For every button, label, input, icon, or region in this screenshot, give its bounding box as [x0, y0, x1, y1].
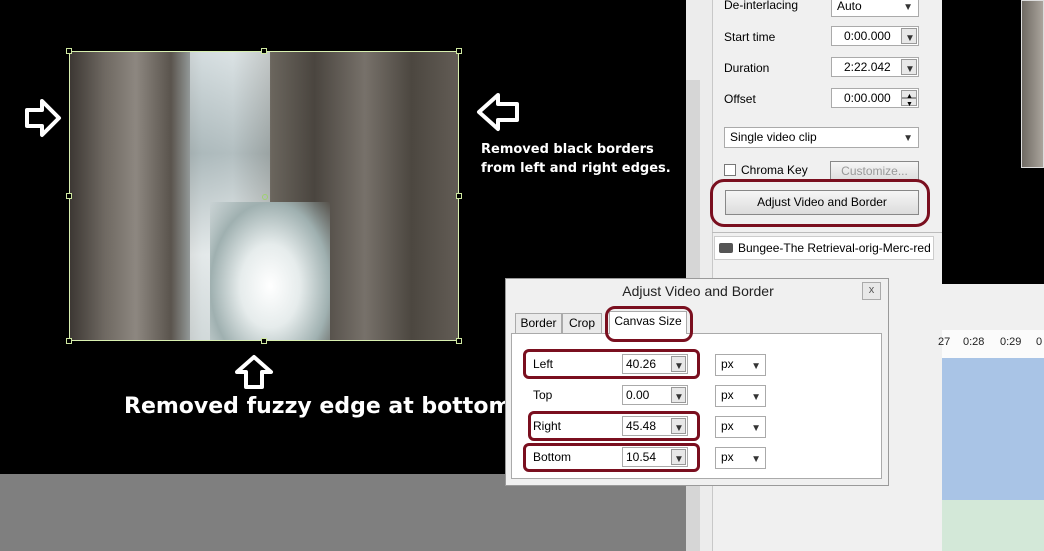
- offset-field[interactable]: 0:00.000 ▲ ▼: [831, 88, 919, 108]
- top-dropdown-button[interactable]: ▼: [671, 387, 686, 403]
- bottom-caption: Removed fuzzy edge at bottom: [124, 394, 512, 419]
- video-camera-icon: [719, 243, 733, 253]
- side-caption: Removed black borders from left and righ…: [481, 140, 691, 178]
- chevron-down-icon: ▼: [903, 133, 913, 144]
- media-item-label: Bungee-The Retrieval-orig-Merc-red: [738, 241, 931, 255]
- resize-handle-top-right[interactable]: [456, 48, 462, 54]
- chevron-down-icon: ▼: [751, 392, 761, 403]
- timeline-tick: 0:29: [1000, 336, 1022, 348]
- tab-crop[interactable]: Crop: [562, 313, 602, 334]
- side-caption-line-2: from left and right edges.: [481, 161, 671, 176]
- bottom-row-highlight: [523, 443, 700, 472]
- adjust-button-highlight: [710, 179, 930, 227]
- top-value-field[interactable]: 0.00 ▼: [622, 385, 688, 405]
- resize-handle-right[interactable]: [456, 193, 462, 199]
- clip-mode-value: Single video clip: [730, 130, 817, 144]
- duration-field[interactable]: 2:22.042 ▼: [831, 57, 919, 77]
- arrow-up-icon: [234, 354, 274, 390]
- chevron-down-icon: ▼: [751, 423, 761, 434]
- chroma-key-label: Chroma Key: [741, 163, 808, 177]
- duration-value: 2:22.042: [844, 60, 891, 74]
- offset-label: Offset: [724, 92, 756, 106]
- right-unit-select[interactable]: px ▼: [715, 416, 766, 438]
- left-unit: px: [721, 357, 734, 371]
- deinterlacing-value: Auto: [837, 0, 862, 13]
- start-time-value: 0:00.000: [844, 29, 891, 43]
- chevron-down-icon: ▼: [751, 361, 761, 372]
- side-caption-line-1: Removed black borders: [481, 142, 654, 157]
- resize-handle-bottom-left[interactable]: [66, 338, 72, 344]
- dialog-title: Adjust Video and Border: [622, 283, 774, 299]
- duration-label: Duration: [724, 61, 770, 75]
- resize-handle-left[interactable]: [66, 193, 72, 199]
- chevron-down-icon: ▼: [905, 64, 915, 75]
- clip-mode-select[interactable]: Single video clip ▼: [724, 127, 919, 148]
- left-row-highlight: [523, 349, 700, 379]
- right-unit: px: [721, 419, 734, 433]
- offset-value: 0:00.000: [844, 91, 891, 105]
- media-list-item[interactable]: Bungee-The Retrieval-orig-Merc-red: [714, 236, 934, 260]
- top-unit-select[interactable]: px ▼: [715, 385, 766, 407]
- timeline-tick: 27: [938, 336, 951, 348]
- panel-divider: [712, 232, 942, 233]
- bottom-unit: px: [721, 450, 734, 464]
- arrow-right-icon: [24, 98, 62, 138]
- chevron-down-icon: ▼: [903, 2, 913, 13]
- top-label: Top: [533, 388, 553, 402]
- left-unit-select[interactable]: px ▼: [715, 354, 766, 376]
- river-rapids: [210, 202, 330, 340]
- duration-dropdown-button[interactable]: ▼: [901, 59, 917, 75]
- chroma-key-checkbox[interactable]: [724, 164, 736, 176]
- start-time-field[interactable]: 0:00.000 ▼: [831, 26, 919, 46]
- center-point-handle[interactable]: [262, 194, 268, 200]
- start-time-dropdown-button[interactable]: ▼: [901, 28, 917, 44]
- dialog-close-button[interactable]: x: [862, 282, 881, 300]
- chevron-down-icon: ▼: [905, 33, 915, 44]
- resize-handle-bottom[interactable]: [261, 338, 267, 344]
- bottom-unit-select[interactable]: px ▼: [715, 447, 766, 469]
- resize-handle-top-left[interactable]: [66, 48, 72, 54]
- offset-decrement-button[interactable]: ▼: [901, 98, 917, 108]
- resize-handle-top[interactable]: [261, 48, 267, 54]
- timeline-ruler[interactable]: 27 0:28 0:29 0: [938, 330, 1044, 359]
- top-unit: px: [721, 388, 734, 402]
- preview-thumbnail: [1021, 0, 1044, 168]
- timeline-tick: 0: [1036, 336, 1043, 348]
- timeline-audio-track[interactable]: [942, 500, 1044, 551]
- chevron-down-icon: ▼: [751, 454, 761, 465]
- arrow-left-icon: [476, 92, 520, 132]
- canvas-size-tab-highlight: [605, 306, 693, 342]
- tab-border[interactable]: Border: [515, 313, 562, 334]
- deinterlacing-label: De-interlacing: [724, 0, 799, 12]
- deinterlacing-select[interactable]: Auto ▼: [831, 0, 919, 17]
- timeline-video-track[interactable]: [942, 358, 1044, 500]
- chevron-down-icon: ▼: [906, 101, 913, 108]
- timeline-tick: 0:28: [963, 336, 985, 348]
- right-row-highlight: [528, 411, 700, 441]
- chevron-down-icon: ▼: [674, 392, 684, 403]
- resize-handle-bottom-right[interactable]: [456, 338, 462, 344]
- start-time-label: Start time: [724, 30, 776, 44]
- top-value: 0.00: [626, 388, 650, 402]
